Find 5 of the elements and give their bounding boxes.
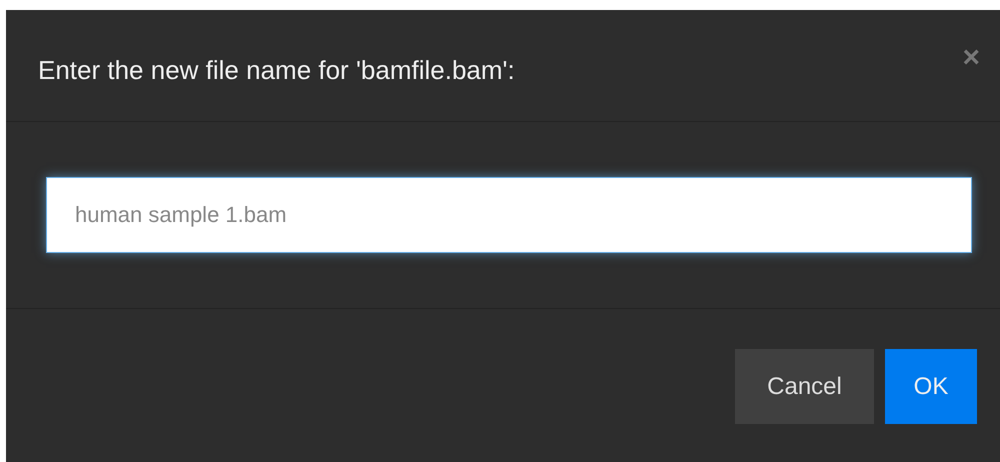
ok-button[interactable]: OK bbox=[885, 349, 977, 424]
close-button[interactable]: × bbox=[962, 43, 980, 73]
file-name-field[interactable]: human sample 1.bam bbox=[46, 177, 972, 253]
dialog-title: Enter the new file name for 'bamfile.bam': bbox=[38, 55, 515, 86]
cancel-button[interactable]: Cancel bbox=[735, 349, 874, 424]
